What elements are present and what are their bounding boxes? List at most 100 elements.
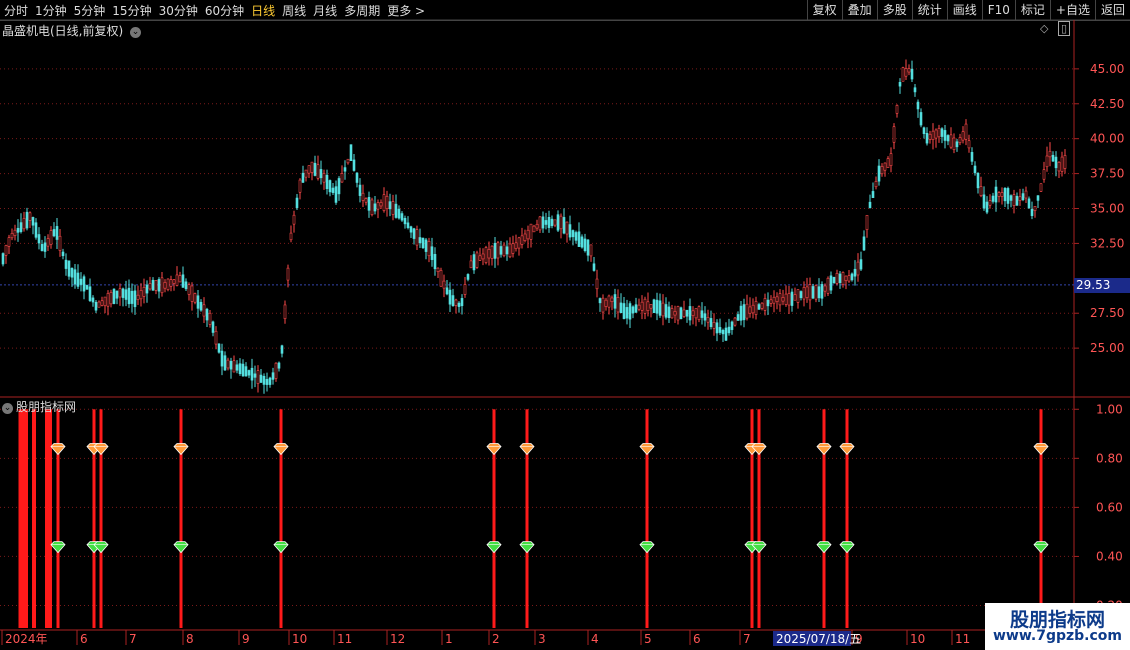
candle-body	[292, 214, 296, 225]
indicator-label: 0.40	[1096, 549, 1123, 563]
candle-body	[577, 231, 581, 247]
candle-body	[817, 286, 821, 299]
candle-body	[337, 178, 341, 195]
candle-body	[559, 215, 563, 230]
indicator-bar	[92, 409, 96, 628]
candle-body	[922, 127, 926, 134]
candle-body	[991, 195, 995, 202]
candle-body	[865, 215, 869, 230]
gem-shape	[93, 443, 109, 456]
candle-body	[274, 362, 278, 379]
candle-body	[163, 282, 167, 289]
gem-shape	[639, 541, 655, 554]
indicator-bars	[18, 409, 1049, 628]
time-axis: 2024年 6 7 8 9 10 11 12 1 2 3 4 5 6 7 9 10 112025/07/18/五	[1, 630, 970, 646]
candle-body	[943, 130, 947, 141]
candle-body	[118, 288, 122, 298]
candle-body	[28, 212, 32, 221]
chevron-down-icon[interactable]: ⌄	[2, 403, 13, 414]
bottom-diamond-icon	[173, 541, 189, 554]
candle-body	[121, 288, 125, 298]
candle-body	[1039, 183, 1043, 192]
candle-body	[550, 218, 554, 227]
price-label: 25.00	[1090, 341, 1124, 355]
candle-body	[625, 307, 629, 319]
candle-body	[235, 364, 239, 371]
gem-shape	[173, 443, 189, 456]
candle-body	[772, 296, 776, 304]
candle-body	[586, 239, 590, 256]
candle-body	[58, 235, 62, 251]
candle-body	[382, 194, 386, 211]
candle-body	[103, 296, 107, 307]
candle-body	[409, 226, 413, 233]
time-label: 11	[955, 632, 970, 646]
candle-body	[904, 68, 908, 77]
candle-body	[703, 313, 707, 321]
indicator-title[interactable]: ⌄ 股朋指标网	[2, 398, 76, 415]
candle-body	[493, 242, 497, 259]
candle-body	[244, 366, 248, 377]
price-label: 40.00	[1090, 132, 1124, 146]
gem-shape	[273, 443, 289, 456]
stock-chart[interactable]: 45.00 42.50 40.00 37.50 35.00 32.50 27.50 25.00…	[0, 0, 1130, 650]
candle-body	[547, 217, 551, 228]
candle-body	[124, 289, 128, 300]
candle-body	[478, 255, 482, 261]
candle-body	[1027, 198, 1031, 209]
candle-body	[133, 290, 137, 308]
bottom-diamond-icon	[751, 541, 767, 554]
top-diamond-icon	[816, 443, 832, 456]
indicator-title-text: 股朋指标网	[16, 400, 77, 414]
candle-body	[874, 181, 878, 188]
top-diamond-icon	[273, 443, 289, 456]
candle-body	[646, 301, 650, 311]
candle-body	[466, 274, 470, 280]
candle-body	[976, 173, 980, 189]
gem-shape	[816, 541, 832, 554]
candle-body	[583, 238, 587, 251]
candle-body	[34, 222, 38, 238]
current-price-tag: 29.53	[1074, 277, 1130, 293]
candle-body	[697, 306, 701, 321]
candle-body	[715, 322, 719, 334]
candle-body	[637, 304, 641, 310]
time-label: 6	[693, 632, 701, 646]
candle-body	[682, 309, 686, 317]
gem-shape	[839, 541, 855, 554]
candle-body	[553, 219, 557, 226]
candle-body	[334, 186, 338, 203]
candle-body	[313, 162, 317, 176]
candle-body	[889, 153, 893, 166]
indicator-label: 1.00	[1096, 402, 1123, 416]
candle-body	[802, 287, 806, 300]
candle-body	[649, 303, 653, 309]
candle-body	[706, 317, 710, 323]
candle-body	[283, 304, 287, 320]
candle-body	[829, 275, 833, 291]
top-diamond-icon	[93, 443, 109, 456]
candle-body	[757, 304, 761, 310]
candle-body	[127, 287, 131, 305]
candle-body	[442, 280, 446, 289]
candle-body	[1036, 195, 1040, 201]
candle-body	[247, 370, 251, 376]
candle-body	[4, 245, 8, 256]
candle-body	[463, 284, 467, 295]
candle-body	[181, 274, 185, 288]
indicator-bar	[179, 409, 183, 628]
candle-body	[112, 288, 116, 304]
candle-body	[868, 201, 872, 209]
candle-body	[193, 293, 197, 303]
time-label: 7	[129, 632, 137, 646]
candle-body	[1063, 155, 1067, 169]
candle-body	[985, 201, 989, 213]
candle-body	[535, 223, 539, 229]
candle-body	[940, 128, 944, 137]
candle-body	[520, 235, 524, 245]
bottom-diamond-icon	[639, 541, 655, 554]
candle-body	[502, 244, 506, 257]
candle-body	[358, 184, 362, 196]
candle-body	[196, 295, 200, 309]
candle-body	[613, 294, 617, 309]
